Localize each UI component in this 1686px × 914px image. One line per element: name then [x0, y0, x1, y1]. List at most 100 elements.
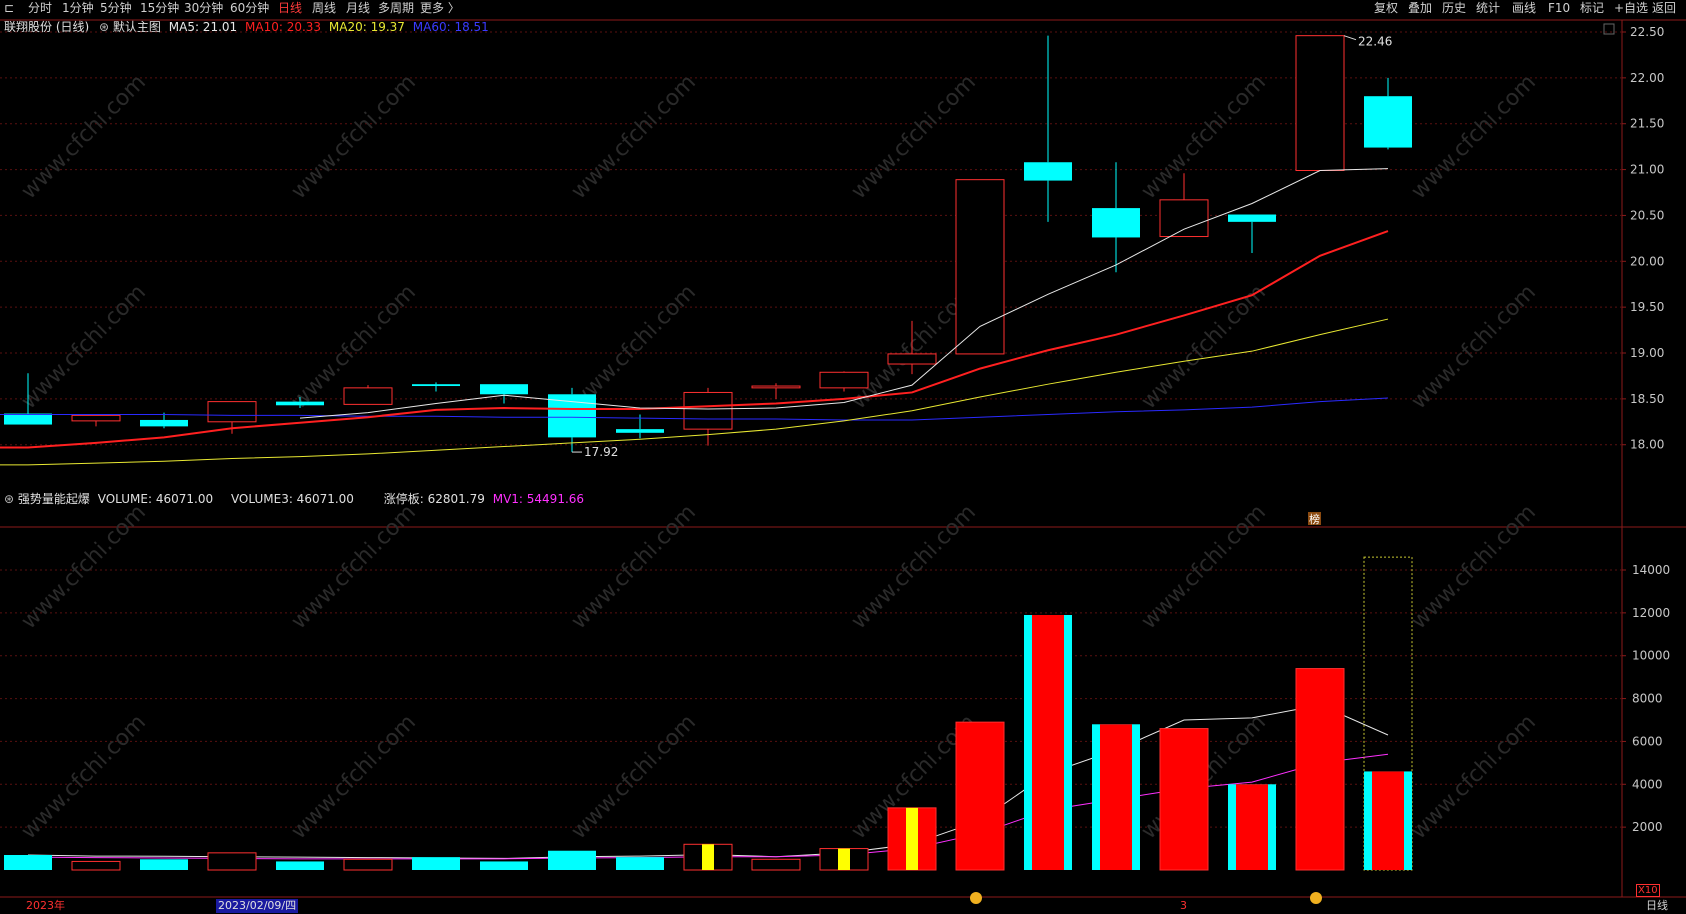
volume-bar: [1295, 668, 1345, 871]
candle-body: [343, 387, 393, 405]
candle-body: [4, 413, 52, 425]
scale-label[interactable]: X10: [1636, 884, 1660, 897]
volume-highlight: [702, 844, 714, 870]
volume-bar-body: [1295, 668, 1345, 871]
year-label: 2023年: [26, 899, 65, 912]
candle: [343, 385, 393, 405]
volume-bar-body: [751, 858, 801, 871]
volume-bar: [683, 843, 733, 871]
volume-bar-body: [140, 859, 188, 870]
candle-body: [616, 429, 664, 433]
volume-bar: [4, 855, 52, 870]
candle-body: [1364, 96, 1412, 148]
watermark: www.cfchi.com: [17, 500, 151, 634]
candle-body: [887, 353, 937, 365]
candle-body: [480, 384, 528, 395]
volume-bar: [1363, 556, 1413, 871]
candle-body: [276, 401, 324, 406]
chart-canvas[interactable]: www.cfchi.com www.cfchi.com www.cfchi.com w…: [0, 0, 1686, 914]
volume-bar: [480, 861, 528, 870]
watermark: www.cfchi.com: [1407, 70, 1541, 204]
volume-bar-inner: [1032, 615, 1064, 870]
bang-marker-text: 榜: [1309, 512, 1320, 526]
watermark: www.cfchi.com: [1137, 280, 1271, 414]
volume-highlight: [838, 848, 850, 870]
volume-bar-body: [71, 860, 121, 871]
volume-y-tick-label: 10000: [1632, 649, 1670, 663]
volume-bar: [955, 721, 1005, 871]
watermark: www.cfchi.com: [567, 70, 701, 204]
watermark: www.cfchi.com: [847, 500, 981, 634]
candle-body: [955, 179, 1005, 355]
volume-bar: [276, 861, 324, 870]
candle-body: [71, 414, 121, 422]
date-cursor-label: 2023/02/09/四: [216, 899, 299, 913]
bang-marker: 榜: [1308, 512, 1321, 526]
volume-bar: [207, 852, 257, 871]
candle-body: [548, 394, 596, 438]
volume-bar: [1092, 724, 1140, 870]
volume-y-tick-label: 4000: [1632, 777, 1663, 791]
watermark: www.cfchi.com: [17, 280, 151, 414]
main-y-tick-label: 18.00: [1630, 438, 1664, 452]
volume-bar-body: [1159, 728, 1209, 871]
bottom-date-bar: 2023年 2023/02/09/四 3 X10 日线: [0, 884, 1686, 914]
candle-body: [1092, 208, 1140, 238]
volume-bar: [548, 850, 596, 870]
volume-bar: [1228, 784, 1276, 870]
volume-bar: [1024, 615, 1072, 870]
watermark: www.cfchi.com: [17, 70, 151, 204]
candle-body: [140, 419, 188, 427]
volume-bar: [412, 857, 460, 870]
watermark: www.cfchi.com: [17, 710, 151, 844]
main-y-tick-label: 21.50: [1630, 117, 1664, 131]
main-y-tick-label: 22.00: [1630, 71, 1664, 85]
watermark: www.cfchi.com: [567, 710, 701, 844]
main-y-tick-label: 19.50: [1630, 300, 1664, 314]
candle: [1295, 35, 1345, 171]
main-y-tick-label: 22.50: [1630, 25, 1664, 39]
watermark: www.cfchi.com: [1407, 280, 1541, 414]
volume-y-tick-label: 12000: [1632, 606, 1670, 620]
volume-bar: [343, 858, 393, 871]
main-y-tick-label: 19.00: [1630, 346, 1664, 360]
candle-body: [683, 391, 733, 430]
candle-body: [1228, 214, 1276, 222]
high-price-label: 22.46: [1358, 35, 1392, 49]
volume-bar-body: [548, 850, 596, 870]
grid-lines: [0, 19, 1686, 898]
main-y-tick-label: 18.50: [1630, 392, 1664, 406]
watermark: www.cfchi.com: [1137, 500, 1271, 634]
candle: [412, 382, 460, 392]
volume-bar: [1159, 728, 1209, 871]
period-label[interactable]: 日线: [1646, 898, 1668, 914]
volume-y-tick-label: 8000: [1632, 692, 1663, 706]
candle-body: [1024, 162, 1072, 181]
candlestick-series: [4, 35, 1412, 453]
volume-bar-body: [616, 857, 664, 870]
watermark: www.cfchi.com: [1407, 500, 1541, 634]
volume-bar: [887, 807, 937, 871]
volume-bar: [140, 859, 188, 870]
volume-bar-inner: [1236, 784, 1268, 870]
volume-bar: [71, 860, 121, 871]
watermark: www.cfchi.com: [1137, 70, 1271, 204]
candle-body: [819, 371, 869, 389]
volume-y-tick-label: 14000: [1632, 563, 1670, 577]
volume-bar-inner: [1372, 771, 1404, 870]
volume-bar-body: [412, 857, 460, 870]
volume-highlight: [906, 807, 918, 870]
candle-body: [1295, 35, 1345, 171]
candle: [1364, 77, 1412, 150]
watermark: www.cfchi.com: [287, 710, 421, 844]
volume-bar-body: [955, 721, 1005, 871]
volume-bar-body: [4, 855, 52, 870]
watermark: www.cfchi.com: [1407, 710, 1541, 844]
volume-y-tick-label: 2000: [1632, 820, 1663, 834]
volume-bar-body: [480, 861, 528, 870]
volume-bar-body: [276, 861, 324, 870]
main-y-tick-label: 20.00: [1630, 254, 1664, 268]
volume-bar: [819, 848, 869, 871]
watermark: www.cfchi.com: [287, 70, 421, 204]
candle: [1228, 214, 1276, 254]
